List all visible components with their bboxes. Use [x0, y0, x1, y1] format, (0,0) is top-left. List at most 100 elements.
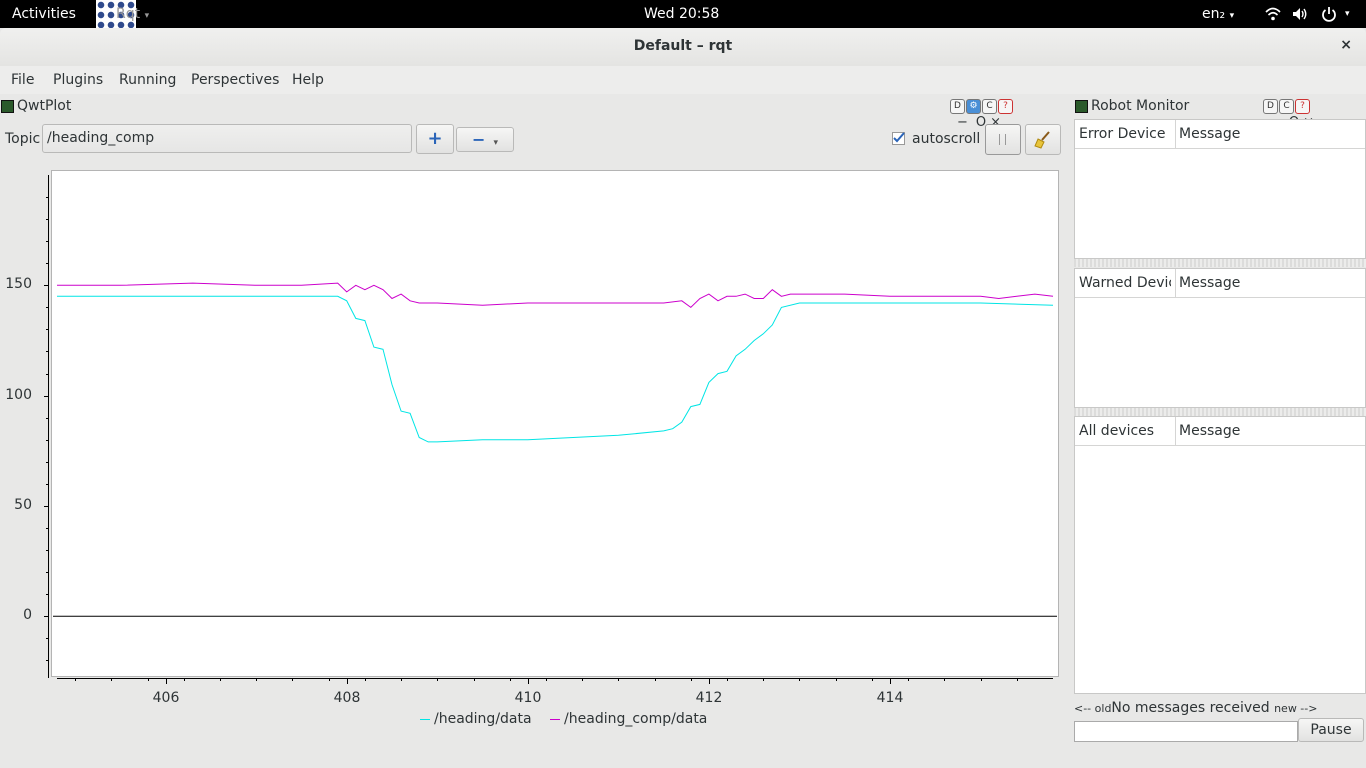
legend-item-heading-comp[interactable]: /heading_comp/data	[550, 711, 707, 727]
x-tick	[709, 678, 710, 684]
legend-label: /heading/data	[434, 711, 532, 727]
column-header-message[interactable]: Message	[1179, 126, 1240, 142]
x-tick	[220, 678, 221, 681]
debug-icon[interactable]: D	[1263, 98, 1278, 114]
x-axis-line	[57, 678, 1053, 679]
column-header-message[interactable]: Message	[1179, 423, 1240, 439]
y-tick	[46, 351, 48, 352]
y-tick	[44, 506, 48, 507]
x-tick	[528, 678, 529, 684]
plot-legend: /heading/data /heading_comp/data	[420, 711, 707, 727]
y-tick	[46, 440, 48, 441]
y-tick	[44, 396, 48, 397]
y-tick	[46, 329, 48, 330]
x-tick	[184, 678, 185, 681]
x-tick	[148, 678, 149, 681]
robot-monitor-title: Robot Monitor	[1091, 98, 1190, 114]
x-tick	[727, 678, 728, 681]
column-header-device[interactable]: Warned Device	[1079, 275, 1171, 291]
table-header: All devices Message	[1075, 417, 1365, 446]
x-tick	[981, 678, 982, 681]
y-tick	[46, 418, 48, 419]
all-devices-table[interactable]: All devices Message	[1074, 416, 1366, 694]
x-tick	[1017, 678, 1018, 681]
y-tick	[46, 528, 48, 529]
table-header: Error Device Message	[1075, 120, 1365, 149]
y-tick	[46, 484, 48, 485]
y-tick	[46, 660, 48, 661]
timeline-old-label: <-- old	[1074, 702, 1112, 715]
robot-monitor-dock-icon	[1075, 99, 1088, 113]
x-tick	[166, 678, 167, 684]
y-tick	[46, 219, 48, 220]
timeline-new-label: new -->	[1274, 702, 1318, 715]
x-tick	[510, 678, 511, 681]
y-axis-line	[48, 175, 49, 678]
y-tick	[46, 572, 48, 573]
help-icon[interactable]: ?	[1295, 98, 1310, 114]
y-tick	[46, 307, 48, 308]
x-tick	[347, 678, 348, 684]
y-tick	[46, 263, 48, 264]
timeline-status-text: No messages received	[1111, 700, 1270, 716]
y-tick-label: 50	[14, 497, 32, 513]
x-tick	[618, 678, 619, 681]
x-tick	[872, 678, 873, 681]
x-tick	[329, 678, 330, 681]
warned-device-table[interactable]: Warned Device Message	[1074, 268, 1366, 408]
x-tick-label: 410	[514, 690, 542, 706]
x-tick-label: 412	[695, 690, 723, 706]
legend-swatch	[550, 718, 561, 720]
y-tick	[44, 616, 48, 617]
x-tick	[691, 678, 692, 681]
error-device-table[interactable]: Error Device Message	[1074, 119, 1366, 259]
x-tick	[474, 678, 475, 681]
y-tick-label: 0	[23, 607, 32, 623]
x-tick	[655, 678, 656, 681]
reload-icon[interactable]: C	[1279, 98, 1294, 114]
x-tick	[546, 678, 547, 681]
x-tick	[908, 678, 909, 681]
y-tick	[46, 462, 48, 463]
series-line-heading-comp	[57, 282, 1054, 309]
series-line-heading	[57, 295, 1054, 443]
x-tick	[437, 678, 438, 681]
timeline-status-bar: <-- oldNo messages received new -->	[1074, 700, 1317, 716]
column-header-device[interactable]: Error Device	[1079, 126, 1171, 142]
robot-monitor-dock-header: Robot Monitor DC? −O×	[1075, 98, 1366, 130]
x-tick	[763, 678, 764, 681]
x-tick	[836, 678, 837, 681]
y-tick	[46, 241, 48, 242]
y-tick	[44, 285, 48, 286]
y-tick	[46, 594, 48, 595]
legend-label: /heading_comp/data	[564, 711, 708, 727]
y-tick-label: 100	[5, 387, 32, 403]
y-tick	[46, 197, 48, 198]
pause-button[interactable]: Pause	[1298, 718, 1364, 742]
x-tick	[365, 678, 366, 681]
x-tick	[890, 678, 891, 684]
x-tick	[799, 678, 800, 681]
x-tick	[944, 678, 945, 681]
x-tick	[256, 678, 257, 681]
x-tick	[401, 678, 402, 681]
y-tick	[46, 550, 48, 551]
splitter-handle[interactable]	[1074, 259, 1366, 267]
column-header-device[interactable]: All devices	[1079, 423, 1171, 439]
legend-swatch	[420, 718, 430, 720]
x-tick	[75, 678, 76, 681]
x-tick	[292, 678, 293, 681]
y-tick	[46, 374, 48, 375]
x-tick-label: 414	[876, 690, 904, 706]
table-header: Warned Device Message	[1075, 269, 1365, 298]
y-tick-label: 150	[5, 276, 32, 292]
legend-item-heading[interactable]: /heading/data	[420, 711, 532, 727]
x-tick-label: 406	[152, 690, 180, 706]
timeline-slider[interactable]	[1074, 721, 1298, 742]
splitter-handle[interactable]	[1074, 408, 1366, 416]
x-tick	[111, 678, 112, 681]
x-tick	[582, 678, 583, 681]
y-tick	[46, 638, 48, 639]
x-tick-label: 408	[333, 690, 361, 706]
column-header-message[interactable]: Message	[1179, 275, 1240, 291]
